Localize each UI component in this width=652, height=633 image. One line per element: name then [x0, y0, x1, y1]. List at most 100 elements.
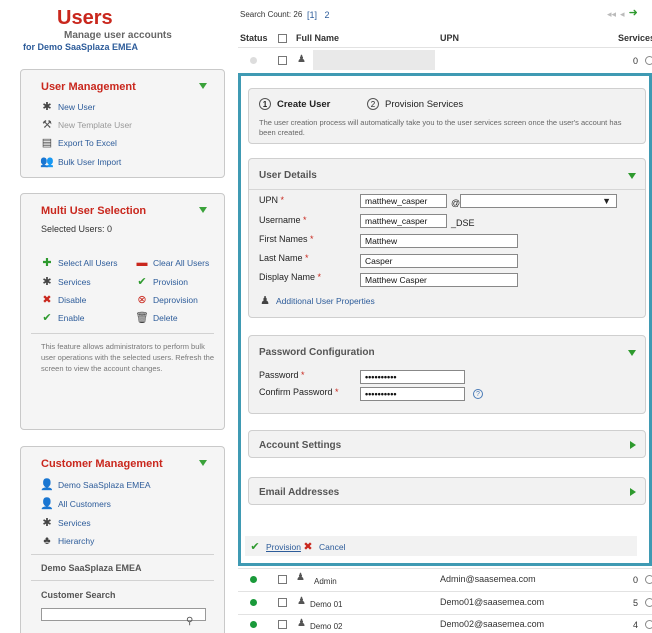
next-page-icon[interactable]: ➜ — [629, 8, 638, 20]
check-circle-icon: ✔ — [137, 275, 147, 288]
column-status[interactable]: Status — [240, 33, 268, 43]
confirm-password-label: Confirm Password * — [259, 387, 339, 397]
column-upn[interactable]: UPN — [440, 33, 459, 43]
collapse-icon[interactable] — [199, 207, 207, 213]
x-icon: ✖ — [42, 293, 52, 306]
page-1-link[interactable]: [1] — [307, 10, 317, 20]
delete-button[interactable]: 🗑 Delete — [135, 312, 178, 324]
expand-icon[interactable] — [630, 441, 636, 449]
disable-button[interactable]: ✖ Disable — [41, 294, 86, 306]
services-button[interactable]: ✱ Services — [41, 276, 91, 288]
upn-input[interactable] — [360, 194, 447, 208]
panel-title: Customer Management — [41, 458, 163, 470]
collapse-icon[interactable] — [199, 83, 207, 89]
provision-submit-button[interactable]: ✔ Provision — [249, 541, 301, 553]
divider — [31, 333, 214, 334]
password-configuration-section: Password Configuration Password * ••••••… — [248, 335, 646, 414]
info-icon[interactable] — [645, 620, 652, 629]
item-label: Delete — [153, 313, 178, 323]
account-settings-section[interactable]: Account Settings — [248, 430, 646, 458]
display-name-label: Display Name * — [259, 272, 322, 282]
provision-button[interactable]: ✔ Provision — [136, 276, 188, 288]
last-name-input[interactable] — [360, 254, 518, 268]
item-label: Services — [58, 518, 91, 528]
name-cell — [313, 50, 435, 70]
user-name[interactable]: Admin — [314, 577, 337, 586]
info-icon[interactable] — [645, 56, 652, 65]
hierarchy-icon: ♣ — [43, 534, 51, 547]
item-label: Demo SaaSplaza EMEA — [58, 480, 151, 490]
search-icon[interactable]: ⚲ — [186, 616, 193, 627]
column-full-name[interactable]: Full Name — [296, 33, 339, 43]
bulk-note: This feature allows administrators to pe… — [41, 342, 215, 373]
clear-all-users-button[interactable]: ▬ Clear All Users — [136, 257, 210, 269]
user-name[interactable]: Demo 02 — [310, 622, 342, 631]
hierarchy-link[interactable]: ♣ Hierarchy — [41, 535, 94, 547]
person-icon: ♟ — [297, 54, 306, 65]
collapse-icon[interactable] — [628, 350, 636, 356]
row-checkbox[interactable] — [278, 620, 287, 629]
username-input[interactable] — [360, 214, 447, 228]
x-circle-icon: ⊗ — [137, 293, 147, 306]
email-addresses-section[interactable]: Email Addresses — [248, 477, 646, 505]
column-services[interactable]: Services — [618, 33, 652, 43]
prev-page-icon[interactable]: ◂ — [620, 9, 625, 20]
services-count: 0 — [633, 56, 639, 66]
customer-search-label: Customer Search — [41, 590, 116, 600]
user-name[interactable]: Demo 01 — [310, 600, 342, 609]
org-name: for Demo SaaSplaza EMEA — [23, 42, 139, 52]
customer-search-input[interactable] — [41, 608, 206, 621]
customer-demo-link[interactable]: 👤 Demo SaaSplaza EMEA — [40, 479, 151, 491]
item-label: Provision — [153, 277, 188, 287]
item-label: Services — [58, 277, 91, 287]
first-names-input[interactable] — [360, 234, 518, 248]
customer-services-link[interactable]: ✱ Services — [41, 516, 91, 529]
additional-user-properties-link[interactable]: ♟ Additional User Properties — [259, 295, 375, 307]
all-customers-link[interactable]: 👤 All Customers — [40, 498, 111, 510]
enable-button[interactable]: ✔ Enable — [41, 312, 84, 324]
bulk-user-import-link[interactable]: 👥 Bulk User Import — [40, 156, 122, 168]
select-all-users-button[interactable]: ✚ Select All Users — [41, 257, 117, 269]
row-checkbox[interactable] — [278, 575, 287, 584]
search-count: Search Count: 26 — [240, 10, 303, 19]
info-icon[interactable] — [645, 598, 652, 607]
status-dot — [250, 576, 257, 583]
password-label: Password * — [259, 370, 305, 380]
page-title: Users — [57, 7, 113, 29]
status-dot — [250, 599, 257, 606]
page-subtitle: Manage user accounts — [64, 30, 172, 41]
deprovision-button[interactable]: ⊗ Deprovision — [136, 294, 198, 306]
section-title[interactable]: Email Addresses — [259, 487, 339, 498]
display-name-input[interactable] — [360, 273, 518, 287]
step-create-user: 1 Create User — [259, 98, 330, 110]
divider — [31, 554, 214, 555]
current-customer: Demo SaaSplaza EMEA — [41, 563, 142, 573]
info-icon[interactable] — [645, 575, 652, 584]
status-dot — [250, 621, 257, 628]
username-label: Username * — [259, 215, 307, 225]
page-2-link[interactable]: 2 — [325, 10, 330, 20]
select-all-checkbox[interactable] — [278, 34, 287, 43]
collapse-icon[interactable] — [628, 173, 636, 179]
help-icon[interactable]: ? — [473, 389, 483, 399]
section-title[interactable]: User Details — [259, 170, 317, 181]
confirm-password-input[interactable]: •••••••••• — [360, 387, 465, 401]
services-icon: ✱ — [42, 516, 52, 529]
item-label: Bulk User Import — [58, 157, 122, 167]
section-title[interactable]: Password Configuration — [259, 347, 375, 358]
export-to-excel-link[interactable]: ▤ Export To Excel — [41, 137, 117, 149]
password-input[interactable]: •••••••••• — [360, 370, 465, 384]
expand-icon[interactable] — [630, 488, 636, 496]
section-title[interactable]: Account Settings — [259, 440, 341, 451]
first-page-icon[interactable]: ◂◂ — [607, 9, 616, 20]
domain-select[interactable]: ▼ — [460, 194, 617, 208]
panel-title: User Management — [41, 81, 136, 93]
new-user-link[interactable]: ✱ New User — [41, 101, 95, 113]
check-circle-icon: ✔ — [250, 540, 260, 553]
cancel-button[interactable]: ✖ Cancel — [302, 541, 345, 553]
services-count: 0 — [633, 575, 639, 585]
row-checkbox[interactable] — [278, 598, 287, 607]
collapse-icon[interactable] — [199, 460, 207, 466]
admin-icon: ♟ — [296, 572, 305, 583]
row-checkbox[interactable] — [278, 56, 287, 65]
